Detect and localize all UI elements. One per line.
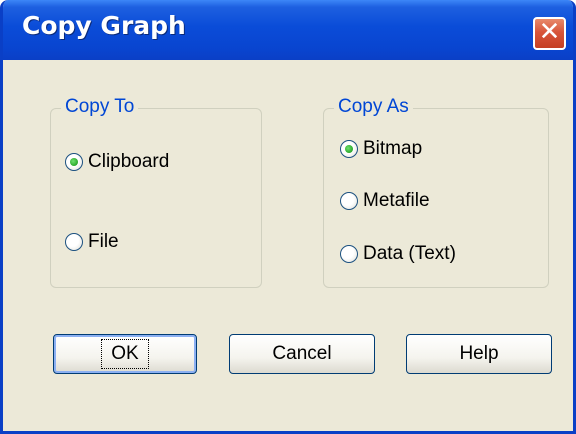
radio-bitmap[interactable]: Bitmap <box>340 138 422 160</box>
ok-button[interactable]: OK <box>53 334 197 374</box>
close-icon: ✕ <box>538 17 561 47</box>
dialog-title: Copy Graph <box>22 11 186 40</box>
radio-data-text[interactable]: Data (Text) <box>340 243 456 265</box>
radio-data-text-label: Data (Text) <box>363 243 456 264</box>
radio-clipboard-button[interactable] <box>65 153 83 171</box>
copy-as-legend: Copy As <box>334 96 413 118</box>
help-button[interactable]: Help <box>406 334 552 374</box>
copy-to-legend: Copy To <box>61 96 139 118</box>
radio-bitmap-label: Bitmap <box>363 138 423 159</box>
radio-file[interactable]: File <box>65 231 119 253</box>
radio-file-label: File <box>88 231 119 252</box>
help-button-label: Help <box>459 343 499 364</box>
radio-metafile-label: Metafile <box>363 190 430 211</box>
cancel-button[interactable]: Cancel <box>229 334 375 374</box>
ok-button-label: OK <box>101 339 149 369</box>
radio-clipboard[interactable]: Clipboard <box>65 151 169 173</box>
copy-graph-dialog: Copy Graph ✕ Copy To Clipboard File Copy… <box>0 0 576 434</box>
radio-data-text-button[interactable] <box>340 245 358 263</box>
copy-to-group: Copy To <box>50 96 262 288</box>
close-button[interactable]: ✕ <box>533 17 566 50</box>
radio-bitmap-button[interactable] <box>340 140 358 158</box>
radio-file-button[interactable] <box>65 233 83 251</box>
radio-clipboard-label: Clipboard <box>88 151 170 172</box>
radio-metafile[interactable]: Metafile <box>340 190 430 212</box>
cancel-button-label: Cancel <box>272 343 332 364</box>
radio-metafile-button[interactable] <box>340 192 358 210</box>
title-bar[interactable]: Copy Graph ✕ <box>3 0 573 60</box>
